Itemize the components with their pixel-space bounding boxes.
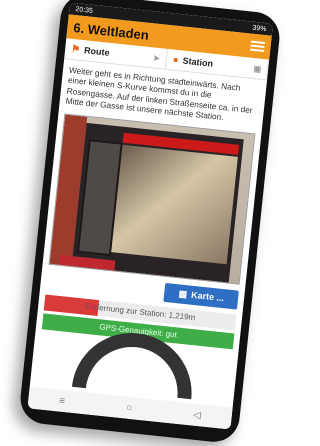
lock-icon: ▣	[253, 63, 262, 74]
home-icon[interactable]: ○	[126, 402, 133, 414]
map-button-label: Karte ...	[190, 289, 225, 304]
tab-route-label: Route	[83, 45, 111, 58]
page-title: 6. Weltladen	[72, 19, 150, 43]
navigation-arrow-icon: ➤	[152, 52, 161, 63]
back-icon[interactable]: ◁	[193, 409, 202, 421]
signpost-icon: ⚑	[70, 43, 81, 56]
map-button[interactable]: ▦ Karte ...	[163, 282, 239, 310]
compass-gauge	[72, 327, 198, 399]
tab-station-label: Station	[182, 55, 214, 69]
phone-frame: 20:35 39% 6. Weltladen ⚑ Route ➤ ● Stati…	[18, 0, 282, 445]
photo-window	[111, 144, 238, 264]
status-time: 20:35	[75, 5, 94, 15]
map-pin-icon: ●	[172, 54, 180, 66]
map-icon: ▦	[178, 288, 188, 299]
station-photo	[48, 113, 256, 285]
status-battery: 39%	[252, 24, 267, 33]
recent-apps-icon[interactable]: ≡	[59, 395, 66, 407]
app-screen: 20:35 39% 6. Weltladen ⚑ Route ➤ ● Stati…	[27, 2, 273, 430]
menu-icon[interactable]	[250, 40, 266, 53]
